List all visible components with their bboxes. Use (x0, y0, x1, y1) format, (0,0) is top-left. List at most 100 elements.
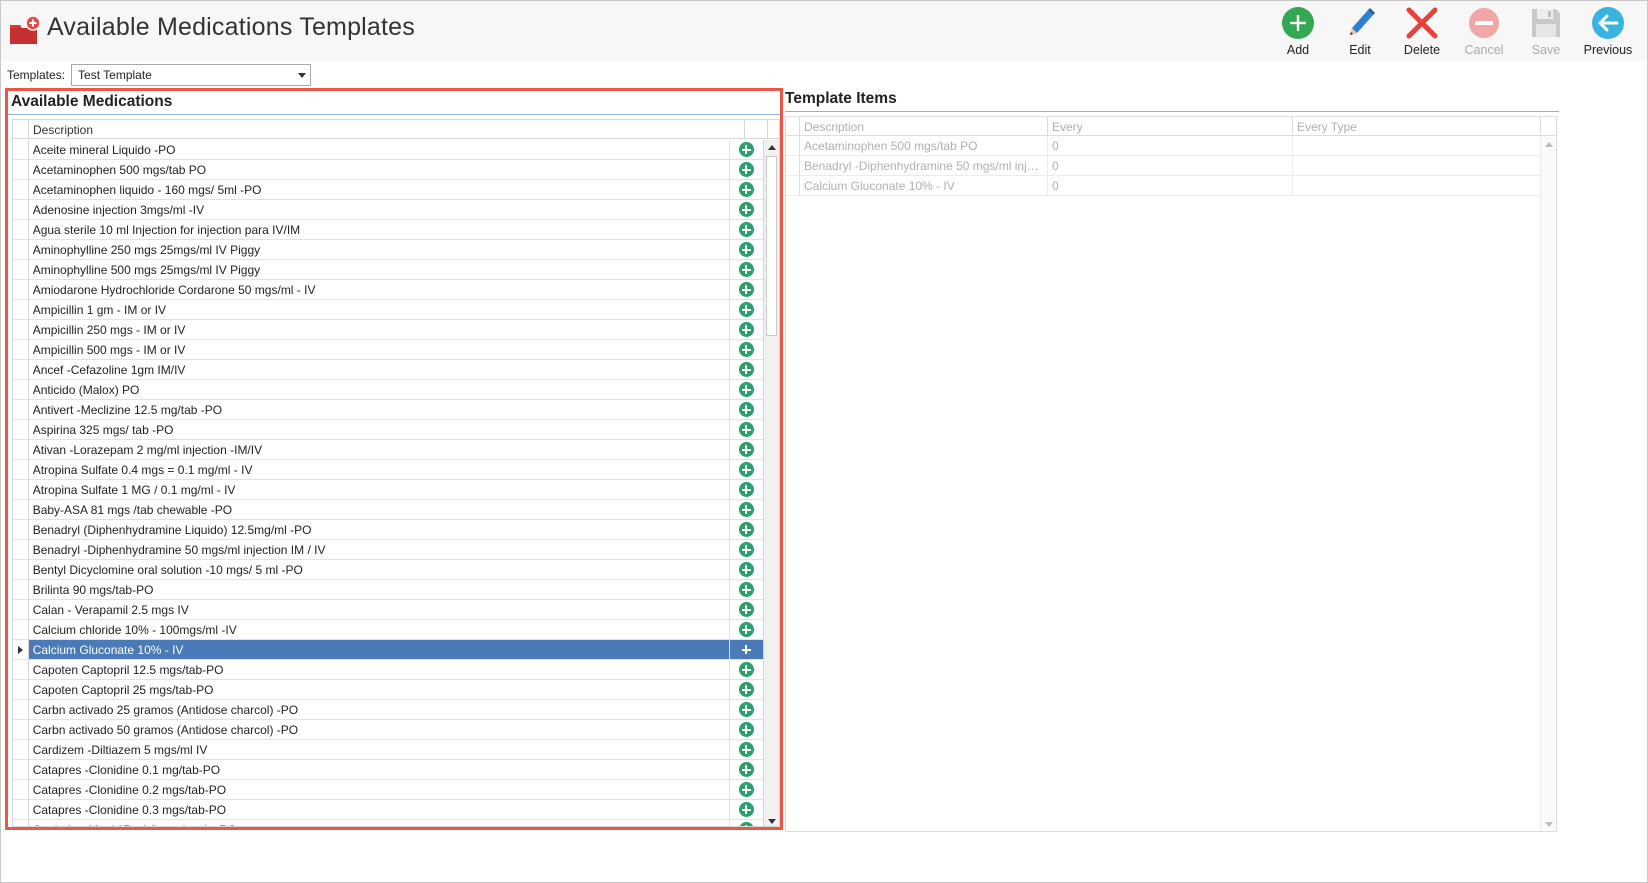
row-selector[interactable] (786, 156, 800, 175)
medication-row[interactable]: Catapres -Clonidine 0.3 mgs/tab-PO (13, 800, 763, 820)
medication-row[interactable]: Carbn activado 25 gramos (Antidose charc… (13, 700, 763, 720)
medication-row[interactable]: Cephulac 10 g/ 15 ml (Lactulose) - PO (13, 820, 763, 826)
add-medication-button[interactable] (730, 280, 763, 299)
medication-row[interactable]: Aminophylline 250 mgs 25mgs/ml IV Piggy (13, 240, 763, 260)
medication-row[interactable]: Benadryl (Diphenhydramine Liquido) 12.5m… (13, 520, 763, 540)
row-selector[interactable] (13, 160, 29, 179)
row-selector[interactable] (13, 400, 29, 419)
row-selector[interactable] (13, 820, 29, 826)
medication-row[interactable]: Baby-ASA 81 mgs /tab chewable -PO (13, 500, 763, 520)
row-selector[interactable] (13, 280, 29, 299)
row-selector[interactable] (13, 560, 29, 579)
medication-row[interactable]: Carbn activado 50 gramos (Antidose charc… (13, 720, 763, 740)
add-medication-button[interactable] (730, 160, 763, 179)
add-medication-button[interactable] (730, 540, 763, 559)
row-selector[interactable] (13, 180, 29, 199)
add-medication-button[interactable] (730, 500, 763, 519)
medication-row[interactable]: Agua sterile 10 ml Injection for injecti… (13, 220, 763, 240)
scroll-down-icon[interactable] (1545, 822, 1553, 827)
row-selector[interactable] (13, 220, 29, 239)
row-selector[interactable] (13, 360, 29, 379)
add-medication-button[interactable] (730, 380, 763, 399)
row-selector[interactable] (13, 620, 29, 639)
medication-row[interactable]: Bentyl Dicyclomine oral solution -10 mgs… (13, 560, 763, 580)
template-item-row[interactable]: Calcium Gluconate 10% - IV 0 (786, 176, 1556, 196)
row-selector[interactable] (13, 200, 29, 219)
templates-dropdown[interactable]: Test Template (71, 64, 312, 86)
medication-row[interactable]: Acetaminophen liquido - 160 mgs/ 5ml -PO (13, 180, 763, 200)
medication-row[interactable]: Aminophylline 500 mgs 25mgs/ml IV Piggy (13, 260, 763, 280)
row-selector[interactable] (13, 320, 29, 339)
medication-row[interactable]: Catapres -Clonidine 0.1 mg/tab-PO (13, 760, 763, 780)
row-selector[interactable] (13, 500, 29, 519)
medication-row[interactable]: Aspirina 325 mgs/ tab -PO (13, 420, 763, 440)
add-medication-button[interactable] (730, 300, 763, 319)
ti-every-type-header[interactable]: Every Type (1293, 117, 1541, 135)
row-selector[interactable] (13, 140, 29, 159)
medication-row[interactable]: Antivert -Meclizine 12.5 mg/tab -PO (13, 400, 763, 420)
save-button[interactable]: Save (1515, 5, 1577, 59)
row-selector[interactable] (13, 680, 29, 699)
row-selector[interactable] (13, 520, 29, 539)
row-selector[interactable] (13, 580, 29, 599)
medication-row[interactable]: Calcium chloride 10% - 100mgs/ml -IV (13, 620, 763, 640)
add-medication-button[interactable] (730, 360, 763, 379)
medication-row[interactable]: Atropina Sulfate 0.4 mgs = 0.1 mg/ml - I… (13, 460, 763, 480)
previous-button[interactable]: Previous (1577, 5, 1639, 59)
medication-row[interactable]: Calcium Gluconate 10% - IV (13, 640, 763, 660)
template-items-scrollbar[interactable] (1540, 137, 1556, 831)
add-medication-button[interactable] (730, 220, 763, 239)
template-item-row[interactable]: Benadryl -Diphenhydramine 50 mgs/ml inje… (786, 156, 1556, 176)
row-selector[interactable] (13, 480, 29, 499)
medication-row[interactable]: Ativan -Lorazepam 2 mg/ml injection -IM/… (13, 440, 763, 460)
medication-row[interactable]: Acetaminophen 500 mgs/tab PO (13, 160, 763, 180)
add-medication-button[interactable] (730, 340, 763, 359)
scroll-up-icon[interactable] (1545, 142, 1553, 147)
row-selector[interactable] (13, 300, 29, 319)
template-item-row[interactable]: Acetaminophen 500 mgs/tab PO 0 (786, 136, 1556, 156)
add-medication-button[interactable] (730, 260, 763, 279)
add-medication-button[interactable] (730, 420, 763, 439)
row-selector[interactable] (786, 176, 800, 195)
row-selector[interactable] (13, 460, 29, 479)
add-medication-button[interactable] (730, 720, 763, 739)
add-medication-button[interactable] (730, 580, 763, 599)
row-selector[interactable] (13, 740, 29, 759)
row-selector[interactable] (13, 340, 29, 359)
add-medication-button[interactable] (730, 200, 763, 219)
scroll-up-icon[interactable] (768, 145, 776, 150)
add-medication-button[interactable] (730, 140, 763, 159)
medication-row[interactable]: Benadryl -Diphenhydramine 50 mgs/ml inje… (13, 540, 763, 560)
row-selector[interactable] (13, 380, 29, 399)
edit-button[interactable]: Edit (1329, 5, 1391, 59)
medication-row[interactable]: Capoten Captopril 25 mgs/tab-PO (13, 680, 763, 700)
medication-row[interactable]: Catapres -Clonidine 0.2 mgs/tab-PO (13, 780, 763, 800)
row-selector[interactable] (13, 540, 29, 559)
medication-row[interactable]: Ampicillin 1 gm - IM or IV (13, 300, 763, 320)
row-selector[interactable] (13, 720, 29, 739)
delete-button[interactable]: Delete (1391, 5, 1453, 59)
row-selector[interactable] (13, 780, 29, 799)
medication-row[interactable]: Amiodarone Hydrochloride Cordarone 50 mg… (13, 280, 763, 300)
add-medication-button[interactable] (730, 780, 763, 799)
ti-every-header[interactable]: Every (1048, 117, 1293, 135)
row-selector[interactable] (13, 240, 29, 259)
add-medication-button[interactable] (730, 480, 763, 499)
add-medication-button[interactable] (730, 320, 763, 339)
row-selector[interactable] (13, 800, 29, 819)
medication-row[interactable]: Ancef -Cefazoline 1gm IM/IV (13, 360, 763, 380)
scroll-down-icon[interactable] (768, 819, 776, 824)
medication-row[interactable]: Capoten Captopril 12.5 mgs/tab-PO (13, 660, 763, 680)
description-column-header[interactable]: Description (29, 120, 745, 138)
add-medication-button[interactable] (730, 700, 763, 719)
add-medication-button[interactable] (730, 400, 763, 419)
add-medication-button[interactable] (730, 440, 763, 459)
add-medication-button[interactable] (730, 520, 763, 539)
scroll-thumb[interactable] (766, 156, 777, 336)
row-selector[interactable] (13, 440, 29, 459)
medication-row[interactable]: Brilinta 90 mgs/tab-PO (13, 580, 763, 600)
add-medication-button[interactable] (730, 180, 763, 199)
row-selector[interactable] (13, 760, 29, 779)
add-medication-button[interactable] (730, 760, 763, 779)
add-medication-button[interactable] (730, 600, 763, 619)
